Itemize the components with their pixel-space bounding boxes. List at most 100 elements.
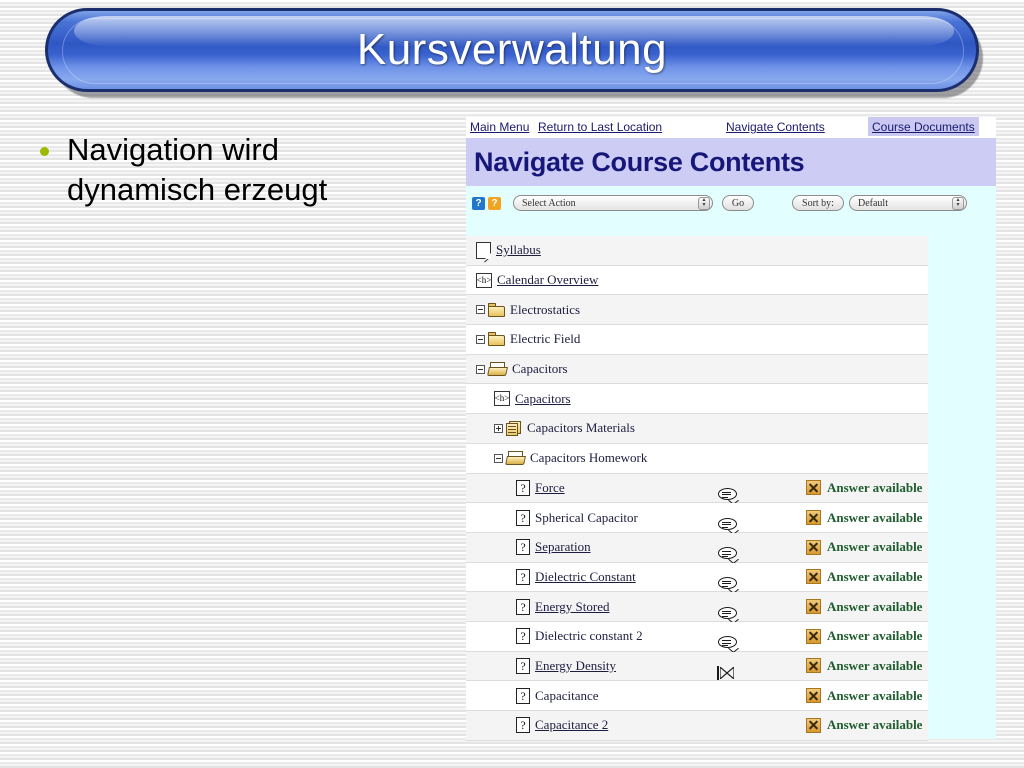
question-icon: ?: [516, 657, 530, 674]
tree-item-label[interactable]: Energy Density: [535, 658, 616, 674]
folder-icon: [488, 332, 505, 347]
answer-available-icon[interactable]: [806, 480, 821, 496]
nav-link-course-documents[interactable]: Course Documents: [868, 117, 979, 136]
nav-link-return-to-last-location[interactable]: Return to Last Location: [538, 120, 662, 134]
list-item: Navigation wird dynamisch erzeugt: [40, 130, 450, 210]
bullet-line-1: Navigation wird: [67, 132, 279, 167]
expand-expander-icon[interactable]: [494, 423, 503, 433]
tree-row[interactable]: ? Spherical Capacitor Answer available: [466, 503, 928, 535]
collapse-expander-icon[interactable]: [476, 364, 485, 374]
answer-available-icon[interactable]: [806, 717, 821, 733]
html-page-icon: <h>: [476, 272, 492, 288]
tree-item-label[interactable]: Syllabus: [496, 242, 541, 258]
tree-item-label: Dielectric constant 2: [535, 628, 643, 644]
nav-link-main-menu[interactable]: Main Menu: [470, 120, 529, 134]
tree-row[interactable]: ? Separation Answer available: [466, 532, 928, 565]
tree-item-label: Capacitors: [512, 361, 568, 377]
select-action-dropdown[interactable]: Select Action ▴ ▾: [513, 195, 713, 211]
answer-status: Answer available: [806, 569, 922, 585]
collapse-expander-icon[interactable]: [494, 453, 503, 463]
question-icon: ?: [516, 687, 530, 704]
sort-order-value: Default: [858, 197, 888, 209]
tree-row[interactable]: Capacitors Homework: [466, 443, 928, 474]
tree-item-label[interactable]: Capacitors: [515, 391, 571, 407]
answer-status: Answer available: [806, 599, 922, 615]
tree-row[interactable]: ? Capacitance Answer available: [466, 681, 928, 711]
course-toolbar: ? ? Select Action ▴ ▾ Go Sort by: Default…: [466, 186, 996, 220]
tree-item-label[interactable]: Energy Stored: [535, 599, 610, 615]
tree-row[interactable]: ? Capacitance 2 Answer available: [466, 711, 928, 741]
tree-item-label[interactable]: Force: [535, 480, 565, 496]
go-button[interactable]: Go: [722, 195, 754, 211]
answer-status-label: Answer available: [827, 598, 923, 614]
answer-status: Answer available: [806, 539, 922, 555]
tree-item-label: Electrostatics: [510, 301, 581, 317]
answer-status-label: Answer available: [827, 509, 923, 525]
bullet-text: Navigation wird dynamisch erzeugt: [67, 130, 327, 210]
answer-available-icon[interactable]: [806, 510, 821, 526]
tree-item-label: Capacitors Homework: [530, 450, 648, 466]
tree-row[interactable]: Capacitors: [466, 354, 928, 385]
folder-open-icon: [487, 362, 508, 377]
course-contents-tree: Syllabus <h> Calendar Overview Electrostati…: [466, 236, 928, 741]
answer-status-label: Answer available: [827, 479, 923, 495]
tree-row[interactable]: Electric Field: [466, 325, 928, 355]
page-icon: [476, 241, 491, 259]
answer-status-label: Answer available: [827, 628, 923, 644]
answer-status: Answer available: [806, 658, 922, 674]
embedded-screenshot: Main Menu Return to Last Location Naviga…: [466, 117, 996, 741]
bullet-dot-icon: [40, 147, 49, 156]
chevron-updown-icon: ▴ ▾: [952, 196, 964, 210]
tree-item-label[interactable]: Capacitance 2: [535, 717, 608, 733]
tree-item-label[interactable]: Dielectric Constant: [535, 569, 636, 585]
select-action-value: Select Action: [522, 197, 576, 209]
tree-row[interactable]: <h> Calendar Overview: [466, 265, 928, 296]
answer-status-label: Answer available: [827, 717, 923, 733]
tree-item-label: Spherical Capacitor: [535, 509, 638, 525]
sequence-icon: [506, 420, 522, 436]
answer-available-icon[interactable]: [806, 628, 821, 644]
question-icon: ?: [516, 717, 530, 734]
tree-row[interactable]: ? Dielectric constant 2 Answer available: [466, 621, 928, 654]
nav-link-navigate-contents[interactable]: Navigate Contents: [726, 120, 825, 134]
course-page-header: Navigate Course Contents: [466, 138, 996, 186]
folder-open-icon: [505, 451, 526, 466]
answer-status-label: Answer available: [827, 539, 923, 555]
chevron-updown-icon: ▴ ▾: [698, 196, 710, 210]
collapse-expander-icon[interactable]: [476, 334, 485, 344]
course-navbar: Main Menu Return to Last Location Naviga…: [466, 117, 996, 138]
answer-status: Answer available: [806, 717, 922, 733]
tree-row[interactable]: Syllabus: [466, 236, 928, 266]
course-page-title: Navigate Course Contents: [474, 146, 805, 177]
answer-available-icon[interactable]: [806, 688, 821, 704]
question-icon: ?: [516, 568, 530, 585]
tree-item-label[interactable]: Calendar Overview: [497, 272, 598, 288]
help-icon-blue[interactable]: ?: [472, 196, 485, 210]
sort-by-button[interactable]: Sort by:: [792, 195, 844, 211]
bullet-list: Navigation wird dynamisch erzeugt: [40, 130, 450, 210]
tree-row[interactable]: ? Energy Stored Answer available: [466, 592, 928, 624]
answer-status-label: Answer available: [827, 657, 923, 673]
question-icon: ?: [516, 479, 530, 496]
tree-row[interactable]: ? Force Answer available: [466, 473, 928, 505]
tree-item-label[interactable]: Separation: [535, 539, 591, 555]
folder-icon: [488, 302, 505, 317]
help-icon-orange[interactable]: ?: [488, 196, 501, 210]
tree-row[interactable]: ? Energy Density Answer available: [466, 651, 928, 682]
sort-order-dropdown[interactable]: Default ▴ ▾: [849, 195, 967, 211]
question-icon: ?: [516, 509, 530, 526]
answer-available-icon[interactable]: [806, 569, 821, 585]
question-icon: ?: [516, 539, 530, 556]
answer-status: Answer available: [806, 480, 922, 496]
answer-available-icon[interactable]: [806, 539, 821, 555]
bullet-line-2: dynamisch erzeugt: [67, 172, 328, 207]
answer-available-icon[interactable]: [806, 658, 821, 674]
answer-available-icon[interactable]: [806, 599, 821, 615]
collapse-expander-icon[interactable]: [476, 305, 485, 315]
answer-status-label: Answer available: [827, 568, 923, 584]
tree-row[interactable]: Electrostatics: [466, 295, 928, 326]
slide-title-banner: Kursverwaltung: [45, 8, 985, 100]
tree-row[interactable]: ? Dielectric Constant Answer available: [466, 562, 928, 594]
tree-row[interactable]: <h> Capacitors: [466, 384, 928, 415]
tree-row[interactable]: Capacitors Materials: [466, 414, 928, 444]
